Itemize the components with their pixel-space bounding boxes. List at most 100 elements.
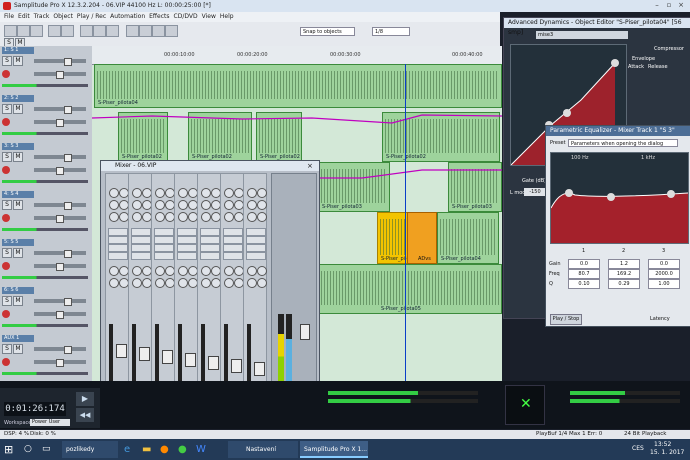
insert-slot[interactable] <box>131 244 151 252</box>
firefox-icon[interactable]: ● <box>160 441 174 458</box>
insert-slot[interactable] <box>246 252 266 260</box>
eq-band-q-field[interactable]: 1.00 <box>648 279 680 289</box>
save-project-button[interactable] <box>30 25 43 37</box>
taskbar-app-active[interactable]: Samplitude Pro X 1... <box>300 441 368 458</box>
snap-dropdown[interactable]: Snap to objects <box>300 27 355 36</box>
eq-knob[interactable] <box>109 200 119 210</box>
solo-button[interactable]: S <box>2 200 12 210</box>
master-fader[interactable] <box>300 324 310 340</box>
open-project-button[interactable] <box>17 25 30 37</box>
cut-mode-button[interactable] <box>152 25 165 37</box>
eq-knob[interactable] <box>257 212 267 222</box>
insert-slot[interactable] <box>246 244 266 252</box>
track-header[interactable]: 2: S 2 SM <box>0 94 92 143</box>
mute-button[interactable]: M <box>13 296 23 306</box>
eq-knob[interactable] <box>178 200 188 210</box>
insert-slot[interactable] <box>177 236 197 244</box>
explorer-icon[interactable]: ▬ <box>142 441 156 458</box>
aux-send-knob[interactable] <box>257 266 267 276</box>
solo-button[interactable]: S <box>2 152 12 162</box>
solo-button[interactable]: S <box>2 296 12 306</box>
mute-button[interactable]: M <box>13 104 23 114</box>
zoom-mode-button[interactable] <box>165 25 178 37</box>
menu-item[interactable]: Effects <box>149 13 169 20</box>
insert-slot[interactable] <box>177 244 197 252</box>
insert-slot[interactable] <box>200 252 220 260</box>
aux-send-knob[interactable] <box>109 266 119 276</box>
aux-send-knob[interactable] <box>178 278 188 288</box>
menu-item[interactable]: Automation <box>110 13 145 20</box>
insert-slot[interactable] <box>108 252 128 260</box>
insert-slot[interactable] <box>154 236 174 244</box>
rewind-button[interactable]: ◀◀ <box>76 408 94 422</box>
play-stop-button[interactable]: Play / Stop <box>550 314 582 325</box>
gate-value-field[interactable]: -150 <box>524 188 546 196</box>
track-header[interactable]: 4: S 4 SM <box>0 190 92 239</box>
insert-slot[interactable] <box>154 228 174 236</box>
insert-slot[interactable] <box>200 244 220 252</box>
track-pan-slider[interactable] <box>34 311 86 319</box>
track-name[interactable]: 3: S 3 <box>2 143 34 150</box>
aux-send-knob[interactable] <box>155 278 165 288</box>
paste-button[interactable] <box>106 25 119 37</box>
maximize-icon[interactable]: ▫ <box>664 1 674 10</box>
record-button[interactable] <box>2 166 10 174</box>
chrome-icon[interactable]: ● <box>178 441 192 458</box>
track-name[interactable]: AUX 1 <box>2 335 34 342</box>
mute-button[interactable]: M <box>13 248 23 258</box>
aux-send-knob[interactable] <box>178 266 188 276</box>
track-volume-slider[interactable] <box>34 298 86 306</box>
menu-item[interactable]: Object <box>53 13 73 20</box>
aux-send-knob[interactable] <box>224 266 234 276</box>
channel-fader[interactable] <box>254 362 265 376</box>
eq-knob[interactable] <box>224 212 234 222</box>
menu-item[interactable]: Edit <box>18 13 30 20</box>
insert-slot[interactable] <box>246 236 266 244</box>
channel-fader[interactable] <box>139 347 150 361</box>
task-view-icon[interactable]: ▭ <box>42 441 56 458</box>
cut-button[interactable] <box>80 25 93 37</box>
solo-button[interactable]: S <box>2 104 12 114</box>
track-header[interactable]: 5: S 5 SM <box>0 238 92 287</box>
new-project-button[interactable] <box>4 25 17 37</box>
insert-slot[interactable] <box>177 252 197 260</box>
eq-band-freq-field[interactable]: 80.7 <box>568 269 600 279</box>
eq-knob[interactable] <box>178 212 188 222</box>
channel-fader[interactable] <box>208 356 219 370</box>
play-button[interactable]: ▶ <box>76 392 94 406</box>
timeline-ruler[interactable]: 00:00:10:00 00:00:20:00 00:00:30:00 00:0… <box>92 46 502 65</box>
aux-send-knob[interactable] <box>132 266 142 276</box>
solo-button[interactable]: S <box>2 248 12 258</box>
record-button[interactable] <box>2 118 10 126</box>
aux-send-knob[interactable] <box>247 278 257 288</box>
channel-fader[interactable] <box>162 350 173 364</box>
eq-knob[interactable] <box>247 200 257 210</box>
insert-slot[interactable] <box>154 244 174 252</box>
aux-send-knob[interactable] <box>224 278 234 288</box>
menu-item[interactable]: Help <box>220 13 234 20</box>
track-volume-slider[interactable] <box>34 106 86 114</box>
record-button[interactable] <box>2 214 10 222</box>
taskbar-app[interactable]: Nastavení <box>228 441 298 458</box>
aux-send-knob[interactable] <box>155 266 165 276</box>
aux-send-knob[interactable] <box>247 266 257 276</box>
time-counter[interactable]: 0:01:26:174 <box>4 402 66 416</box>
eq-band-gain-field[interactable]: 0.0 <box>568 259 600 269</box>
close-icon[interactable]: × <box>676 1 686 10</box>
track-header[interactable]: 1: S 1 SM <box>0 46 92 95</box>
insert-slot[interactable] <box>223 252 243 260</box>
aux-send-knob[interactable] <box>201 266 211 276</box>
eq-band-gain-field[interactable]: 0.0 <box>648 259 680 269</box>
word-icon[interactable]: W <box>196 441 210 458</box>
record-button[interactable] <box>2 70 10 78</box>
eq-knob[interactable] <box>109 188 119 198</box>
browser-icon[interactable]: e <box>124 441 138 458</box>
insert-slot[interactable] <box>200 236 220 244</box>
channel-fader[interactable] <box>231 359 242 373</box>
track-pan-slider[interactable] <box>34 71 86 79</box>
eq-knob[interactable] <box>201 212 211 222</box>
insert-slot[interactable] <box>177 228 197 236</box>
eq-band-q-field[interactable]: 0.29 <box>608 279 640 289</box>
range-mode-button[interactable] <box>139 25 152 37</box>
taskbar-app[interactable]: pozlikedy <box>62 441 118 458</box>
